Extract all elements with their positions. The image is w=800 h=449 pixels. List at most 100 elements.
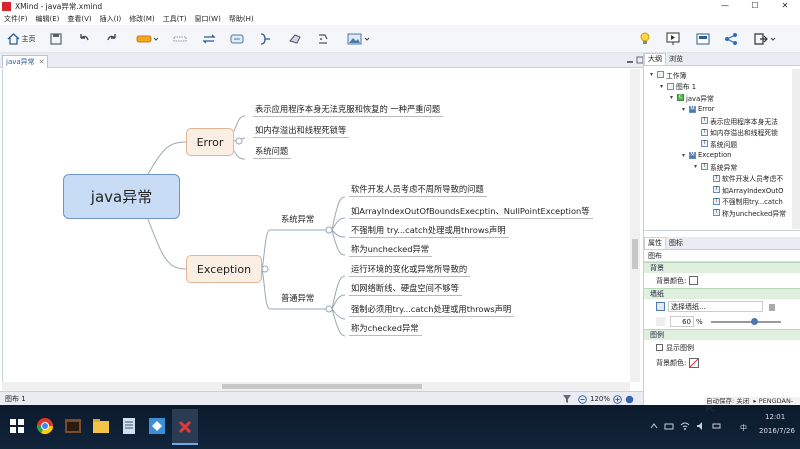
- subtopic-sys-rule[interactable]: 不强制用 try...catch处理或用throws声明: [349, 224, 509, 238]
- vertical-scrollbar[interactable]: [630, 69, 640, 382]
- share-button[interactable]: [722, 29, 740, 49]
- zoom-out-icon[interactable]: [578, 394, 587, 404]
- tray-arrow-icon[interactable]: [650, 422, 658, 430]
- outline-scrollbar[interactable]: [792, 69, 800, 229]
- menu-view[interactable]: 查看(V): [67, 14, 91, 24]
- menu-tools[interactable]: 工具(T): [163, 14, 187, 24]
- vertical-scroll-thumb[interactable]: [632, 239, 638, 269]
- expand-toggle-icon[interactable]: ▾: [694, 163, 701, 170]
- notepad-icon[interactable]: [120, 417, 138, 435]
- tab-browse[interactable]: 浏览: [666, 54, 686, 64]
- expand-toggle-icon[interactable]: ▾: [682, 152, 689, 159]
- subtopic-norm-desc[interactable]: 运行环境的变化或异常所导致的: [349, 263, 471, 277]
- windows-start-icon[interactable]: [8, 417, 26, 435]
- clock-time[interactable]: 12:01: [765, 413, 785, 421]
- relationship-button[interactable]: [200, 29, 218, 49]
- outline-row[interactable]: T 如内存溢出和线程死锁: [694, 127, 778, 138]
- xmind-taskbar-button[interactable]: [172, 409, 198, 445]
- tab-close-icon[interactable]: ✕: [39, 58, 45, 66]
- menu-insert[interactable]: 插入(I): [100, 14, 122, 24]
- subtopic-norm-name[interactable]: 称为checked异常: [349, 322, 422, 336]
- chrome-icon[interactable]: [36, 417, 54, 435]
- outline-row[interactable]: ▾ M Error: [682, 104, 715, 115]
- tab-icons[interactable]: 图标: [666, 238, 686, 248]
- group-system-exception[interactable]: 系统异常: [281, 213, 314, 225]
- tab-properties[interactable]: 属性: [644, 237, 666, 249]
- outline-row[interactable]: ▾ Cjava异常: [670, 92, 714, 103]
- legend-bg-swatch[interactable]: [689, 357, 700, 368]
- delete-icon[interactable]: [768, 302, 776, 311]
- file-explorer-icon[interactable]: [92, 417, 110, 435]
- topic-error[interactable]: Error: [186, 128, 234, 156]
- sheet-tab[interactable]: 图布 1: [2, 394, 29, 404]
- close-button[interactable]: ✕: [770, 0, 800, 13]
- opacity-input[interactable]: 60: [670, 316, 694, 327]
- subtopic-norm-rule[interactable]: 强制必须用try...catch处理或用throws声明: [349, 303, 515, 317]
- marker-button[interactable]: [286, 29, 304, 49]
- subtopic-sys-name[interactable]: 称为unchecked异常: [349, 243, 433, 257]
- outline-row[interactable]: ▾ 图布 1: [660, 81, 696, 92]
- subtopic-error-desc[interactable]: 表示应用程序本身无法克服和恢复的 一种严重问题: [253, 103, 444, 117]
- export-button[interactable]: [694, 29, 712, 49]
- subtopic-sys-desc[interactable]: 软件开发人员考虑不周所导致的问题: [349, 183, 487, 197]
- filter-icon[interactable]: [562, 394, 572, 404]
- outline-row[interactable]: T 系统问题: [694, 138, 737, 149]
- minimize-view-icon[interactable]: [626, 56, 634, 64]
- topic-exception[interactable]: Exception: [186, 255, 262, 283]
- terminal-icon[interactable]: [64, 417, 82, 435]
- opacity-slider[interactable]: [710, 317, 781, 325]
- subtopic-button[interactable]: [172, 29, 188, 49]
- outline-row[interactable]: ▾ T 系统异常: [694, 161, 737, 172]
- menu-edit[interactable]: 编辑(E): [36, 14, 60, 24]
- subtopic-sys-example[interactable]: 如ArrayIndexOutOfBoundsExecptin、NullPoint…: [349, 205, 593, 219]
- zoom-in-icon[interactable]: [613, 394, 622, 404]
- idea-button[interactable]: [636, 29, 654, 49]
- horizontal-scroll-thumb[interactable]: [222, 384, 422, 389]
- show-legend-checkbox[interactable]: [656, 344, 663, 351]
- ime-indicator[interactable]: 中: [740, 423, 747, 433]
- outline-row[interactable]: T 不强制用try...catch: [706, 196, 783, 207]
- outline-row[interactable]: T 称为unchecked异常: [706, 207, 786, 218]
- subtopic-error-example[interactable]: 如内存溢出和线程死锁等: [253, 124, 350, 138]
- group-normal-exception[interactable]: 普通异常: [281, 292, 314, 304]
- summary-button[interactable]: [256, 29, 274, 49]
- undo-button[interactable]: [76, 29, 92, 49]
- network-tool-icon[interactable]: [148, 417, 166, 435]
- save-button[interactable]: [48, 29, 64, 49]
- menu-file[interactable]: 文件(F): [4, 14, 28, 24]
- maximize-button[interactable]: ☐: [740, 0, 770, 13]
- publish-button[interactable]: [750, 29, 780, 49]
- tab-outline[interactable]: 大纲: [644, 53, 666, 65]
- expand-toggle-icon[interactable]: ▾: [682, 106, 689, 113]
- outline-row[interactable]: T 表示应用程序本身无法: [694, 115, 778, 126]
- outline-row[interactable]: T 软件开发人员考虑不: [706, 173, 783, 184]
- tray-network-icon[interactable]: [664, 421, 674, 431]
- topic-button[interactable]: [132, 29, 162, 49]
- boundary-button[interactable]: [228, 29, 246, 49]
- redo-button[interactable]: [104, 29, 120, 49]
- menu-modify[interactable]: 修改(M): [129, 14, 155, 24]
- tray-wifi-icon[interactable]: [680, 421, 690, 431]
- central-topic[interactable]: java异常: [63, 174, 180, 219]
- subtopic-norm-example[interactable]: 如网络断线、硬盘空间不够等: [349, 282, 462, 296]
- expand-toggle-icon[interactable]: ▾: [650, 71, 657, 78]
- presentation-button[interactable]: [664, 29, 682, 49]
- tray-volume-icon[interactable]: [696, 421, 706, 431]
- wallpaper-select[interactable]: 选择墙纸...: [668, 301, 763, 312]
- outline-row[interactable]: T 如ArrayIndexOutO: [706, 184, 784, 195]
- tray-battery-icon[interactable]: [712, 421, 722, 431]
- menu-help[interactable]: 帮助(H): [229, 14, 254, 24]
- image-button[interactable]: [344, 29, 374, 49]
- outline-row[interactable]: ▾ 工作簿: [650, 69, 686, 80]
- document-tab[interactable]: java异常 ✕: [2, 55, 48, 68]
- bg-color-swatch[interactable]: [689, 276, 699, 285]
- fit-icon[interactable]: [625, 395, 634, 404]
- mindmap-canvas[interactable]: java异常 Error 表示应用程序本身无法克服和恢复的 一种严重问题 如内存…: [2, 69, 630, 382]
- expand-toggle-icon[interactable]: ▾: [670, 94, 677, 101]
- horizontal-scrollbar[interactable]: [2, 382, 630, 391]
- menu-window[interactable]: 窗口(W): [194, 14, 220, 24]
- notes-button[interactable]: [314, 29, 332, 49]
- opacity-slider-handle[interactable]: [750, 317, 758, 325]
- subtopic-error-system[interactable]: 系统问题: [253, 145, 292, 159]
- outline-row[interactable]: ▾ M Exception: [682, 150, 731, 161]
